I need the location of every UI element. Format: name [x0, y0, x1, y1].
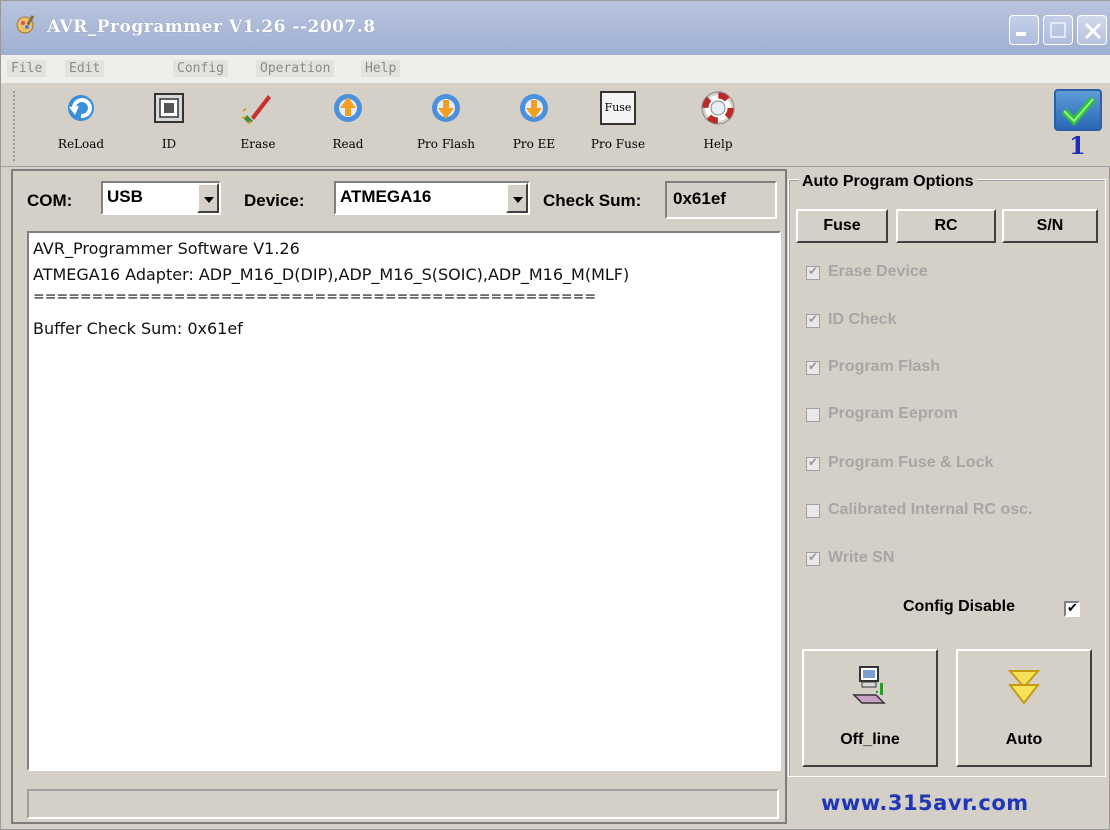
calibrated-rc-checkbox[interactable] — [806, 504, 820, 518]
device-select[interactable]: ATMEGA16 — [334, 181, 530, 215]
read-arrow-icon — [334, 94, 362, 122]
com-dropdown-arrow-icon[interactable] — [197, 183, 219, 213]
calibrated-rc-label: Calibrated Internal RC osc. — [828, 501, 1033, 518]
program-eeprom-icon — [520, 94, 548, 122]
offline-button[interactable]: Off_line — [802, 649, 938, 767]
log-line: ATMEGA16 Adapter: ADP_M16_D(DIP),ADP_M16… — [33, 265, 630, 284]
write-sn-checkbox[interactable] — [806, 550, 820, 566]
read-button[interactable]: Read — [313, 91, 383, 161]
write-sn-label: Write SN — [828, 549, 895, 566]
menu-bar: File Edit Config Operation Help — [1, 55, 1110, 83]
fuse-icon: Fuse — [600, 91, 636, 125]
title-bar[interactable]: AVR_Programmer V1.26 --2007.8 — [1, 1, 1110, 55]
auto-label: Auto — [1005, 731, 1043, 748]
menu-edit[interactable]: Edit — [65, 60, 105, 77]
pro-flash-label: Pro Flash — [416, 137, 476, 151]
auto-button[interactable]: Auto — [956, 649, 1092, 767]
log-output[interactable]: AVR_Programmer Software V1.26 ATMEGA16 A… — [27, 231, 781, 771]
menu-operation[interactable]: Operation — [256, 60, 335, 77]
com-label: COM: — [27, 191, 73, 210]
reload-label: ReLoad — [57, 137, 105, 151]
erase-label: Erase — [240, 137, 276, 151]
reload-icon — [68, 95, 94, 121]
program-eeprom-checkbox[interactable] — [806, 408, 820, 422]
help-button[interactable]: Help — [683, 91, 753, 161]
checksum-label: Check Sum: — [543, 191, 642, 210]
pro-fuse-button[interactable]: Fuse Pro Fuse — [583, 91, 653, 161]
toolbar: ReLoad ID Erase Read Pro Flash Pro EE Fu… — [1, 83, 1110, 167]
menu-help[interactable]: Help — [361, 60, 401, 77]
config-disable-label: Config Disable — [903, 598, 1016, 615]
device-label: Device: — [244, 191, 305, 210]
id-label: ID — [161, 137, 177, 151]
app-window: AVR_Programmer V1.26 --2007.8 File Edit … — [0, 0, 1110, 830]
pro-ee-button[interactable]: Pro EE — [499, 91, 569, 161]
minimize-icon — [1016, 32, 1026, 36]
device-dropdown-arrow-icon[interactable] — [506, 183, 528, 213]
offline-label: Off_line — [840, 731, 900, 748]
checkmark-icon — [1061, 96, 1096, 127]
toolbar-grip[interactable] — [13, 91, 17, 161]
erase-button[interactable]: Erase — [223, 91, 293, 161]
com-value: USB — [107, 187, 143, 206]
maximize-button[interactable] — [1043, 15, 1073, 45]
device-value: ATMEGA16 — [340, 187, 432, 206]
fuse-icon-text: Fuse — [604, 101, 632, 114]
erase-brush-icon — [241, 95, 271, 125]
menu-file[interactable]: File — [7, 60, 47, 77]
read-label: Read — [332, 137, 364, 151]
minimize-button[interactable] — [1009, 15, 1039, 45]
menu-config[interactable]: Config — [173, 60, 228, 77]
log-line: ========================================… — [33, 289, 597, 305]
status-bar — [27, 789, 779, 819]
close-icon — [1084, 22, 1102, 40]
com-select[interactable]: USB — [101, 181, 221, 215]
auto-arrow-icon — [1007, 670, 1041, 705]
erase-device-label: Erase Device — [828, 263, 928, 280]
auto-options-title: Auto Program Options — [799, 173, 977, 191]
pro-fuse-label: Pro Fuse — [590, 137, 646, 151]
checksum-value: 0x61ef — [673, 189, 726, 208]
program-flash-icon — [432, 94, 460, 122]
reload-button[interactable]: ReLoad — [46, 91, 116, 161]
app-icon — [16, 15, 35, 34]
rc-tab-button[interactable]: RC — [896, 209, 996, 243]
maximize-icon — [1050, 22, 1066, 38]
pro-flash-button[interactable]: Pro Flash — [411, 91, 481, 161]
chip-id-icon — [154, 93, 184, 123]
sn-tab-button[interactable]: S/N — [1002, 209, 1098, 243]
help-label: Help — [703, 137, 733, 151]
close-button[interactable] — [1077, 15, 1107, 45]
config-disable-checkbox[interactable] — [1064, 600, 1080, 617]
program-flash-checkbox[interactable] — [806, 359, 820, 375]
rc-tab-label: RC — [934, 217, 958, 234]
sn-tab-label: S/N — [1036, 217, 1064, 234]
offline-computer-icon — [852, 666, 886, 704]
window-title: AVR_Programmer V1.26 --2007.8 — [47, 17, 376, 37]
lifebuoy-icon — [701, 91, 735, 125]
program-fuse-lock-checkbox[interactable] — [806, 455, 820, 471]
program-eeprom-label: Program Eeprom — [828, 405, 958, 422]
erase-device-checkbox[interactable] — [806, 264, 820, 280]
id-button[interactable]: ID — [134, 91, 204, 161]
log-line: AVR_Programmer Software V1.26 — [33, 239, 300, 258]
status-check-badge — [1054, 89, 1102, 131]
program-fuse-lock-label: Program Fuse & Lock — [828, 454, 994, 471]
program-flash-label: Program Flash — [828, 358, 941, 375]
checksum-field: 0x61ef — [665, 181, 777, 219]
id-check-label: ID Check — [828, 311, 897, 328]
id-check-checkbox[interactable] — [806, 312, 820, 328]
status-number: 1 — [1069, 131, 1086, 160]
log-line: Buffer Check Sum: 0x61ef — [33, 319, 243, 338]
fuse-tab-button[interactable]: Fuse — [796, 209, 888, 243]
pro-ee-label: Pro EE — [512, 137, 556, 151]
brand-link[interactable]: www.315avr.com — [821, 791, 1029, 815]
fuse-tab-label: Fuse — [823, 217, 861, 234]
